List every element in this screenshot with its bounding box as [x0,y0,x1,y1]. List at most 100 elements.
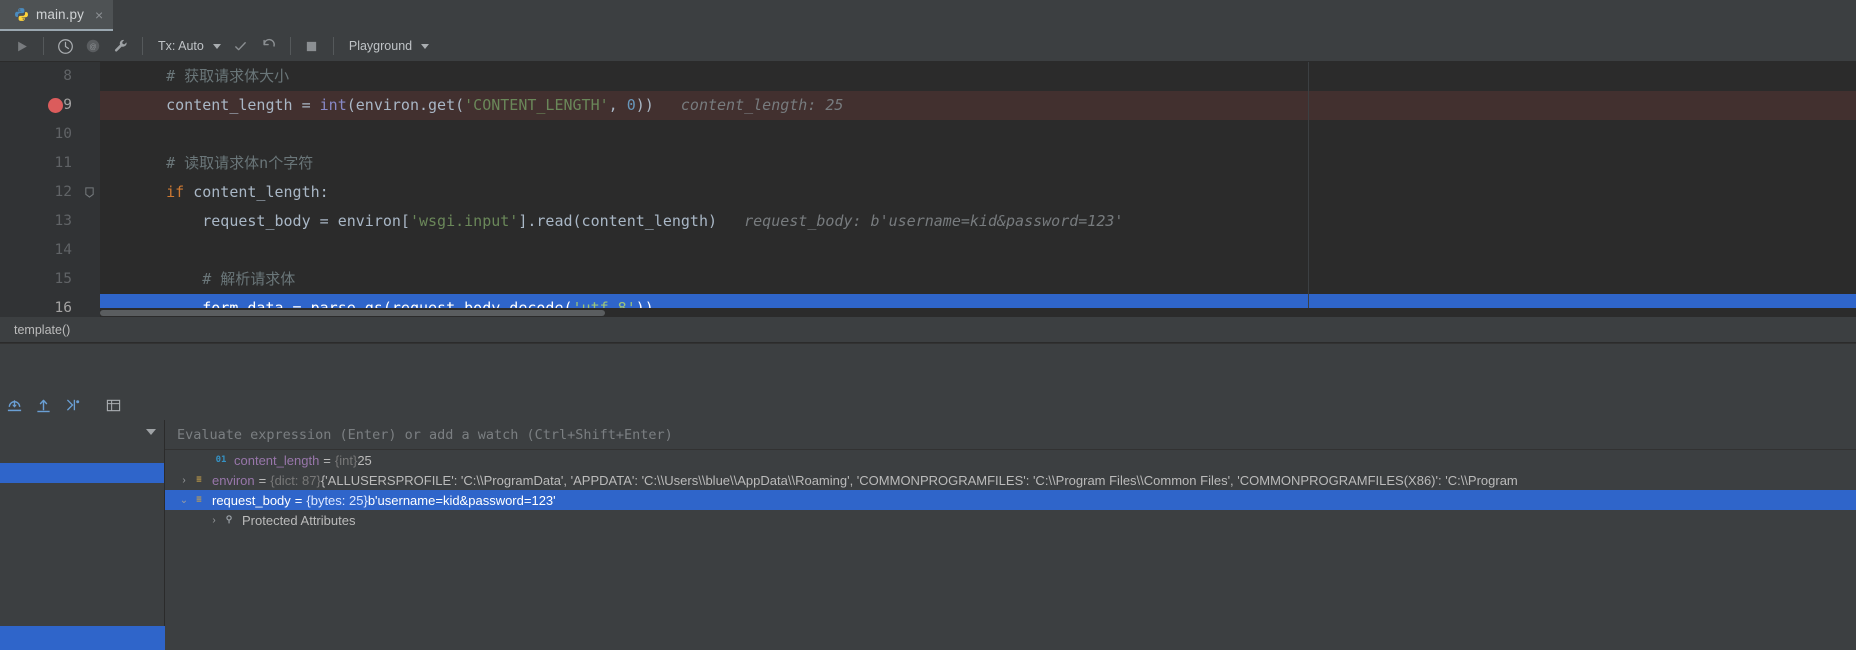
code-token: content_length [166,96,302,114]
code-token: 'CONTENT_LENGTH' [464,96,609,114]
code-editor[interactable]: 8 9 10 11 12 13 14 15 16 # 获取请求体大小 content_lengt… [0,62,1856,317]
frame-bottom-selection[interactable] [0,626,165,650]
breakpoint-icon[interactable] [48,98,63,113]
chevron-down-icon [212,43,221,49]
stop-square-icon[interactable] [298,33,326,59]
tab-label: main.py [36,7,84,22]
variable-type: {bytes: 25} [306,492,368,508]
close-icon[interactable]: × [95,8,103,22]
line-number[interactable]: 13 [0,207,100,236]
variable-type: {dict: 87} [270,472,321,488]
code-line[interactable]: # 获取请求体大小 [100,62,1856,91]
variable-equals: = [294,492,303,508]
variable-value: {'ALLUSERSPROFILE': 'C:\\ProgramData', '… [320,472,1518,488]
breadcrumb-text: template() [14,322,71,337]
code-fold-icon[interactable] [84,187,95,198]
run-play-icon[interactable] [8,33,36,59]
code-line[interactable]: content_length = int(environ.get('CONTEN… [100,91,1856,120]
code-line[interactable]: # 读取请求体n个字符 [100,149,1856,178]
code-area[interactable]: # 获取请求体大小 content_length = int(environ.g… [100,62,1856,317]
rollback-icon[interactable] [255,33,283,59]
chevron-down-icon-3[interactable] [146,429,156,435]
debugger-toolbar [0,390,1856,420]
editor-tab-bar: main.py × [0,0,1856,31]
line-number[interactable]: 15 [0,265,100,294]
clock-history-icon[interactable] [51,33,79,59]
variable-equals: = [323,452,331,468]
code-line[interactable]: # 解析请求体 [100,265,1856,294]
editor-gutter[interactable]: 8 9 10 11 12 13 14 15 16 [0,62,100,317]
scrollbar-thumb[interactable] [100,310,605,316]
line-number[interactable]: 14 [0,236,100,265]
step-into-icon[interactable] [29,392,58,418]
table-view-icon[interactable] [99,392,128,418]
editor-vertical-divider [1308,62,1309,317]
breadcrumb[interactable]: template() [0,317,1856,343]
code-token: content_length: 25 [653,96,844,114]
code-token: content_length: [184,183,329,201]
code-token: = [301,96,320,114]
main-toolbar: @ Tx: Auto Playground [0,31,1856,62]
watch-placeholder-text: Evaluate expression (Enter) or add a wat… [177,426,673,443]
variable-value: 25 [357,452,372,468]
chevron-right-icon[interactable]: › [207,515,221,526]
code-line[interactable]: if content_length: [100,178,1856,207]
bytes-variable-icon: ≡ [196,495,202,505]
variable-row[interactable]: › ≡ environ = {dict: 87} {'ALLUSERSPROFILE':… [165,470,1856,490]
code-token: request_body = environ[ [202,212,410,230]
line-number[interactable]: 8 [0,62,100,91]
code-token: # 读取请求体n个字符 [166,154,314,172]
svg-text:@: @ [89,43,96,51]
step-over-icon[interactable] [0,392,29,418]
frames-panel[interactable] [0,420,165,650]
step-out-icon[interactable] [58,392,87,418]
code-line[interactable] [100,120,1856,149]
record-circle-icon[interactable]: @ [79,33,107,59]
variables-rows: 01 content_length = {int} 25 › ≡ environ = {dict… [165,450,1856,530]
code-token: ].read(content_length) [518,212,718,230]
code-token: , [608,96,627,114]
toolbar-divider-3 [289,37,291,55]
code-token: request_body: b'username=kid&password=12… [717,212,1124,230]
tab-main-py[interactable]: main.py × [0,0,114,31]
chevron-down-icon[interactable]: ⌄ [177,495,191,506]
chevron-right-icon[interactable]: › [177,475,191,486]
editor-horizontal-scrollbar[interactable] [100,308,1856,317]
variable-name: request_body [212,492,291,508]
code-token: 0 [626,96,636,114]
code-line[interactable]: request_body = environ['wsgi.input'].rea… [100,207,1856,236]
protected-attributes-icon: ⚲ [225,515,233,525]
console-selector[interactable]: Playground [341,39,435,53]
evaluate-expression-row[interactable]: Evaluate expression (Enter) or add a wat… [165,420,1856,450]
wrench-icon[interactable] [107,33,135,59]
line-number[interactable]: 12 [0,178,100,207]
code-token: 'wsgi.input' [409,212,519,230]
variable-name: content_length [234,452,320,468]
checkmark-icon[interactable] [227,33,255,59]
variable-row[interactable]: › ⚲ Protected Attributes [165,510,1856,530]
line-number[interactable]: 11 [0,149,100,178]
tx-label: Tx: Auto [158,39,204,53]
frame-selected-row[interactable] [0,463,164,483]
variable-value: b'username=kid&password=123' [367,492,556,508]
variable-type: {int} [334,452,358,468]
code-token: int [319,96,347,114]
code-line[interactable] [100,236,1856,265]
line-number[interactable]: 16 [0,294,100,317]
chevron-down-icon-2 [421,43,430,49]
variable-name: environ [212,472,255,488]
line-number[interactable]: 10 [0,120,100,149]
variable-row[interactable]: 01 content_length = {int} 25 [165,450,1856,470]
line-number[interactable]: 9 [0,91,100,120]
console-label: Playground [348,39,413,53]
variables-list-panel[interactable]: Evaluate expression (Enter) or add a wat… [165,420,1856,650]
variable-row[interactable]: ⌄ ≡ request_body = {bytes: 25} b'username=ki… [165,490,1856,510]
code-token: # 解析请求体 [202,270,296,288]
transaction-mode-selector[interactable]: Tx: Auto [150,39,227,53]
local-variable-icon: 01 [215,455,227,465]
code-token: (environ.get( [346,96,465,114]
variable-equals: = [258,472,267,488]
dict-variable-icon: ≡ [196,475,202,485]
debugger-variables-panel: Evaluate expression (Enter) or add a wat… [0,420,1856,650]
toolbar-divider-4 [332,37,334,55]
